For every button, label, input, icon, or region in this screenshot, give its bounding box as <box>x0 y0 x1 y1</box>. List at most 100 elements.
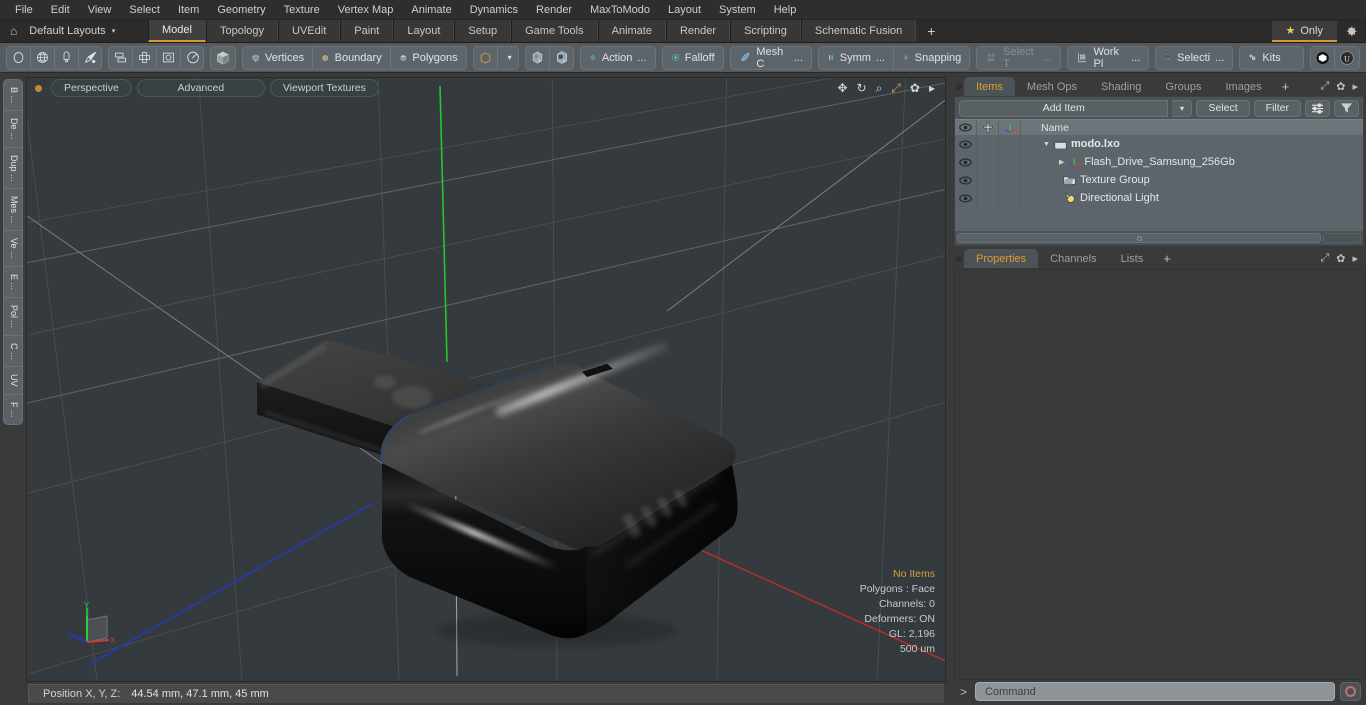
row-transform-cell[interactable] <box>999 135 1021 153</box>
gear-icon[interactable]: ✿ <box>1336 80 1345 93</box>
chevron-right-icon[interactable]: ▸ <box>929 81 935 95</box>
menu-item-render[interactable]: Render <box>527 2 581 18</box>
record-icon[interactable] <box>1340 682 1361 701</box>
list-item[interactable]: Directional Light <box>1021 189 1363 207</box>
action-center-button[interactable]: Action ... <box>581 47 655 69</box>
tab-lists[interactable]: Lists <box>1109 249 1156 268</box>
falloff-button[interactable]: Falloff <box>663 47 723 69</box>
tab-images[interactable]: Images <box>1214 77 1274 96</box>
gear-icon[interactable]: ✿ <box>1336 252 1345 265</box>
globe-icon[interactable] <box>31 46 55 69</box>
viewport-projection-button[interactable]: Perspective <box>51 79 132 97</box>
tab-topology[interactable]: Topology <box>205 20 279 42</box>
mode-boundary-button[interactable]: Boundary <box>313 46 391 69</box>
left-tab-duplicate[interactable]: Dup ... <box>4 148 22 190</box>
layout-preset-selector[interactable]: ⌂ Default Layouts ▾ <box>0 20 148 42</box>
list-item[interactable]: ▼ modo.lxo <box>1021 135 1363 153</box>
row-transform-cell[interactable] <box>999 171 1021 189</box>
perspective-viewport[interactable]: Perspective Advanced Viewport Textures ✥… <box>26 77 946 682</box>
row-lock-cell[interactable] <box>977 189 999 207</box>
row-visibility-toggle[interactable] <box>955 153 977 171</box>
tab-game-tools[interactable]: Game Tools <box>511 20 598 42</box>
scrollbar-thumb[interactable] <box>957 233 1321 243</box>
position-readout[interactable]: Position X, Y, Z: 44.54 mm, 47.1 mm, 45 … <box>28 684 944 703</box>
menu-item-layout[interactable]: Layout <box>659 2 710 18</box>
menu-item-maxtomodo[interactable]: MaxToModo <box>581 2 659 18</box>
tab-animate[interactable]: Animate <box>597 20 666 42</box>
chevron-right-icon[interactable]: ▸ <box>1352 80 1358 93</box>
rotate-icon[interactable]: ↻ <box>857 81 867 95</box>
tab-items[interactable]: Items <box>964 77 1015 96</box>
add-item-button[interactable]: Add Item <box>959 99 1169 117</box>
symmetry-button[interactable]: Symm ... <box>819 46 895 69</box>
left-tab-edge[interactable]: E ... <box>4 267 22 298</box>
expander-icon[interactable]: ▶ <box>1059 158 1064 166</box>
row-lock-cell[interactable] <box>977 171 999 189</box>
tab-properties[interactable]: Properties <box>964 249 1039 268</box>
select-through-button[interactable]: Select T ... <box>977 47 1059 69</box>
circle-icon[interactable] <box>7 46 31 69</box>
left-tab-vertex[interactable]: Ve ... <box>4 231 22 267</box>
expand-icon[interactable]: ⤢ <box>1320 80 1329 93</box>
column-visibility[interactable] <box>955 120 977 135</box>
menu-item-system[interactable]: System <box>710 2 765 18</box>
table-row[interactable]: Directional Light <box>955 189 1363 207</box>
viewport-shading-button[interactable]: Advanced <box>136 79 265 97</box>
left-tab-fusion[interactable]: F ... <box>4 395 22 424</box>
tab-model[interactable]: Model <box>148 20 206 42</box>
menu-item-texture[interactable]: Texture <box>275 2 329 18</box>
fit-icon[interactable]: ⤢ <box>891 81 901 96</box>
menu-item-animate[interactable]: Animate <box>402 2 460 18</box>
column-lock[interactable] <box>977 120 999 135</box>
tab-mesh-ops[interactable]: Mesh Ops <box>1015 77 1089 96</box>
frame-icon[interactable] <box>157 46 181 69</box>
left-tab-uv[interactable]: UV <box>4 367 22 395</box>
row-visibility-toggle[interactable] <box>955 189 977 207</box>
filter-button[interactable]: Filter <box>1253 99 1301 117</box>
list-item[interactable]: Texture Group <box>1021 171 1363 189</box>
select-through-icon[interactable] <box>526 46 551 69</box>
snapping-button[interactable]: Snapping <box>894 47 969 69</box>
row-visibility-toggle[interactable] <box>955 171 977 189</box>
row-transform-cell[interactable] <box>999 189 1021 207</box>
viewport-textures-button[interactable]: Viewport Textures <box>269 79 379 97</box>
row-transform-cell[interactable] <box>999 153 1021 171</box>
menu-item-item[interactable]: Item <box>169 2 208 18</box>
left-tab-basic[interactable]: B ... <box>4 80 22 112</box>
center-icon[interactable] <box>133 46 157 69</box>
mode-vertices-button[interactable]: Vertices <box>243 46 314 69</box>
menu-item-geometry[interactable]: Geometry <box>208 2 274 18</box>
tab-layout[interactable]: Layout <box>393 20 455 42</box>
mesh-constraint-button[interactable]: Mesh C ... <box>731 47 811 69</box>
expand-icon[interactable]: ⤢ <box>1320 252 1329 265</box>
row-lock-cell[interactable] <box>977 153 999 171</box>
tab-schematic-fusion[interactable]: Schematic Fusion <box>800 20 917 42</box>
axis-gizmo[interactable]: Y X <box>67 601 125 659</box>
radial-icon[interactable] <box>181 47 203 69</box>
zoom-icon[interactable]: ⌕ <box>876 81 883 96</box>
element-picker-caret[interactable]: ▾ <box>498 47 519 69</box>
add-tab-button[interactable]: + <box>916 20 946 42</box>
pan-icon[interactable]: ✥ <box>837 81 847 95</box>
menu-item-file[interactable]: File <box>6 2 42 18</box>
funnel-icon[interactable] <box>1334 99 1359 117</box>
tab-scripting[interactable]: Scripting <box>730 20 801 42</box>
select-paint-icon[interactable] <box>550 47 573 69</box>
add-panel-tab-button[interactable]: + <box>1274 77 1298 96</box>
menu-item-select[interactable]: Select <box>120 2 169 18</box>
chevron-right-icon[interactable]: ▸ <box>1352 252 1358 265</box>
align-icon[interactable] <box>109 46 133 69</box>
table-row[interactable]: ▼ modo.lxo <box>955 135 1363 153</box>
menu-item-dynamics[interactable]: Dynamics <box>461 2 527 18</box>
items-horizontal-scrollbar[interactable] <box>955 231 1363 245</box>
unreal-icon[interactable]: U <box>1335 47 1359 69</box>
properties-panel-body[interactable] <box>954 269 1364 680</box>
tab-groups[interactable]: Groups <box>1153 77 1213 96</box>
cube-icon[interactable] <box>211 47 235 69</box>
left-tab-deform[interactable]: De ... <box>4 111 22 148</box>
list-item[interactable]: ▶ Flash_Drive_Samsung_256Gb <box>1021 153 1363 171</box>
command-input[interactable]: Command <box>975 682 1335 701</box>
tab-channels[interactable]: Channels <box>1038 249 1108 268</box>
menu-item-help[interactable]: Help <box>765 2 806 18</box>
tab-setup[interactable]: Setup <box>454 20 512 42</box>
